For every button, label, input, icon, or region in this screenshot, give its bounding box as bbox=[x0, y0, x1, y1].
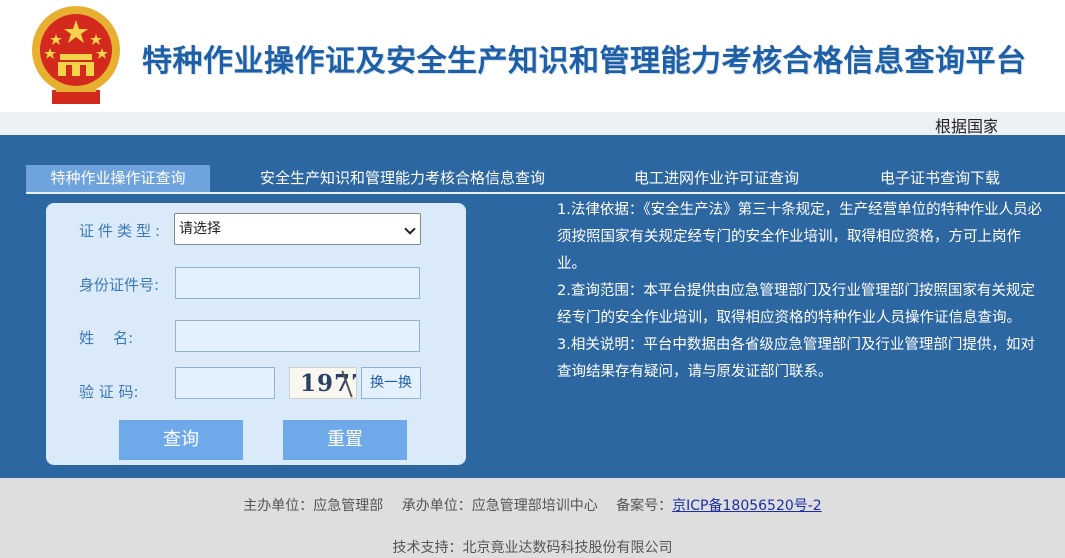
captcha-label: 验 证 码: bbox=[79, 383, 139, 401]
main-area: 特种作业操作证查询 安全生产知识和管理能力考核合格信息查询 电工进网作业许可证查… bbox=[0, 135, 1065, 478]
info-related-notes: 3.相关说明：平台中数据由各省级应急管理部门及行业管理部门提供，如对查询结果存有… bbox=[557, 337, 1035, 380]
reset-button[interactable]: 重置 bbox=[283, 420, 407, 460]
tab-electrician-permit[interactable]: 电工进网作业许可证查询 bbox=[634, 165, 799, 192]
tab-bar: 特种作业操作证查询 安全生产知识和管理能力考核合格信息查询 电工进网作业许可证查… bbox=[0, 165, 1065, 193]
cert-type-value: 请选择 bbox=[179, 221, 221, 237]
site-header: 特种作业操作证及安全生产知识和管理能力考核合格信息查询平台 bbox=[0, 0, 1065, 112]
cert-type-label: 证件类型: bbox=[79, 222, 165, 240]
info-legal-basis: 1.法律依据：《安全生产法》第三十条规定，生产经营单位的特种作业人员必须按照国家… bbox=[557, 202, 1043, 272]
cert-type-select[interactable]: 请选择 bbox=[174, 213, 421, 245]
footer-tech-support: 技术支持：北京竟业达数码科技股份有限公司 bbox=[392, 540, 673, 556]
tab-divider bbox=[26, 192, 1065, 194]
notice-strip: 根据国家 bbox=[0, 112, 1065, 135]
site-footer: 主办单位：应急管理部 承办单位：应急管理部培训中心 备案号：京ICP备18056… bbox=[0, 478, 1065, 558]
national-emblem-icon bbox=[32, 6, 120, 104]
captcha-refresh-button[interactable]: 换一换 bbox=[361, 367, 421, 399]
footer-icp-label: 备案号： bbox=[616, 498, 673, 514]
site-title: 特种作业操作证及安全生产知识和管理能力考核合格信息查询平台 bbox=[142, 44, 1027, 79]
name-label: 姓 名: bbox=[79, 329, 134, 347]
name-input[interactable] bbox=[175, 320, 420, 352]
query-button[interactable]: 查询 bbox=[119, 420, 243, 460]
captcha-image[interactable]: 1977 bbox=[289, 367, 357, 399]
footer-sponsor: 主办单位：应急管理部 bbox=[243, 498, 384, 514]
icp-link[interactable]: 京ICP备18056520号-2 bbox=[672, 498, 822, 514]
footer-organizer: 承办单位：应急管理部培训中心 bbox=[401, 498, 598, 514]
query-form: 证件类型: 请选择 身份证件号: 姓 名: 验 证 码: 1977 换一换 查询… bbox=[46, 203, 466, 465]
info-notes: 1.法律依据：《安全生产法》第三十条规定，生产经营单位的特种作业人员必须按照国家… bbox=[557, 197, 1047, 386]
chevron-down-icon bbox=[404, 223, 416, 235]
tab-safety-knowledge-assessment[interactable]: 安全生产知识和管理能力考核合格信息查询 bbox=[260, 165, 545, 192]
footer-icp: 备案号：京ICP备18056520号-2 bbox=[616, 498, 822, 514]
tab-e-certificate-download[interactable]: 电子证书查询下载 bbox=[880, 165, 1000, 192]
captcha-input[interactable] bbox=[175, 367, 275, 399]
id-number-input[interactable] bbox=[175, 267, 420, 299]
info-query-scope: 2.查询范围：本平台提供由应急管理部门及行业管理部门按照国家有关规定经专门的安全… bbox=[557, 283, 1035, 326]
tab-special-operation-cert[interactable]: 特种作业操作证查询 bbox=[26, 165, 210, 192]
footer-info: 主办单位：应急管理部 承办单位：应急管理部培训中心 备案号：京ICP备18056… bbox=[0, 495, 1065, 515]
marquee-text: 根据国家 bbox=[935, 117, 997, 135]
id-number-label: 身份证件号: bbox=[79, 276, 160, 294]
